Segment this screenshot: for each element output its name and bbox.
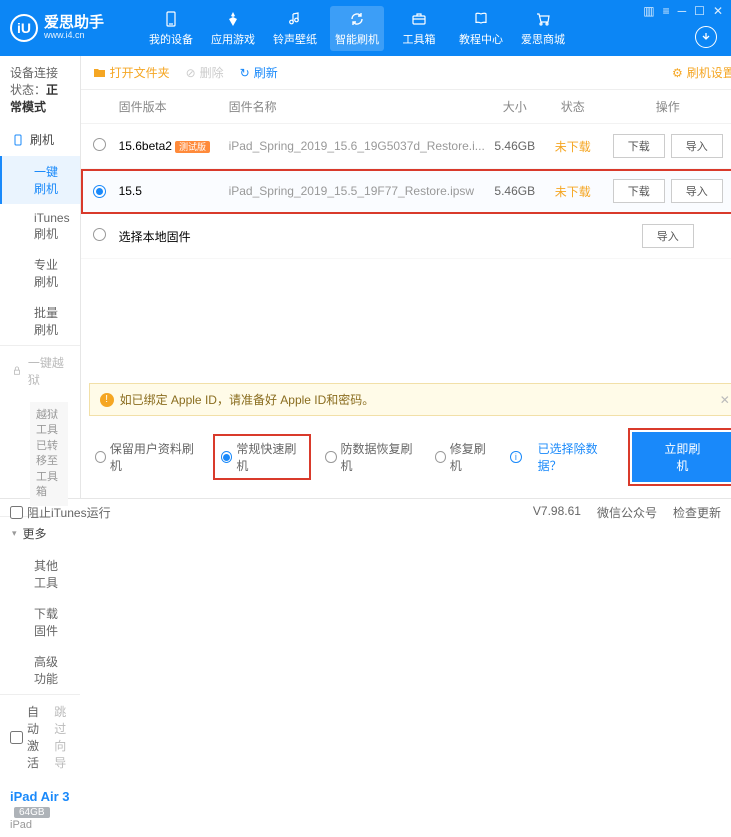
nav-ringtone[interactable]: 铃声壁纸 [268, 6, 322, 51]
close-icon[interactable]: ✕ [713, 4, 723, 18]
sidebar-item-batch[interactable]: 批量刷机 [0, 297, 80, 345]
nav-tutorial[interactable]: 教程中心 [454, 6, 508, 51]
import-button[interactable]: 导入 [671, 179, 723, 203]
opt-keep-data[interactable]: 保留用户资料刷机 [95, 440, 200, 474]
logo-icon: iU [10, 14, 38, 42]
titlebar: iU 爱思助手 www.i4.cn 我的设备 应用游戏 铃声壁纸 智能刷机 工具… [0, 0, 731, 56]
firmware-row[interactable]: 15.6beta2测试版 iPad_Spring_2019_15.6_19G50… [81, 124, 731, 169]
flash-settings-button[interactable]: ⚙刷机设置 [672, 64, 731, 81]
window-controls: ▥ ≡ ─ ☐ ✕ [643, 4, 723, 18]
opt-anti-recovery[interactable]: 防数据恢复刷机 [325, 440, 418, 474]
beta-badge: 测试版 [175, 141, 210, 153]
exclude-data-link[interactable]: 已选择除数据？ [538, 440, 616, 474]
phone-sm-icon [12, 134, 24, 146]
sidebar-item-pro[interactable]: 专业刷机 [0, 249, 80, 297]
device-info[interactable]: iPad Air 364GB iPad [0, 783, 80, 837]
sidebar-group-flash[interactable]: 刷机 [0, 123, 80, 156]
footer: 阻止iTunes运行 V7.98.61 微信公众号 检查更新 [0, 498, 731, 526]
sidebar-item-oneclick[interactable]: 一键刷机 [0, 156, 80, 204]
wechat-link[interactable]: 微信公众号 [597, 504, 657, 521]
chevron-down-icon: ▾ [12, 528, 17, 539]
import-button[interactable]: 导入 [642, 224, 694, 248]
start-flash-button[interactable]: 立即刷机 [632, 432, 731, 482]
firmware-row[interactable]: 15.5 iPad_Spring_2019_15.5_19F77_Restore… [81, 169, 731, 214]
refresh-icon [348, 10, 366, 28]
folder-icon [93, 66, 106, 79]
app-icon [224, 10, 242, 28]
auto-activate-checkbox[interactable]: 自动激活跳过向导 [10, 703, 70, 771]
delete-button[interactable]: ⊘删除 [186, 64, 224, 81]
minimize-icon[interactable]: ─ [678, 4, 687, 18]
import-button[interactable]: 导入 [671, 134, 723, 158]
sidebar-item-advanced[interactable]: 高级功能 [0, 646, 80, 694]
sidebar-group-jailbreak[interactable]: 一键越狱 [0, 346, 80, 396]
close-notice-icon[interactable]: ✕ [720, 393, 730, 407]
row-radio[interactable] [93, 228, 106, 241]
brand-url: www.i4.cn [44, 31, 104, 41]
sidebar-group-more[interactable]: ▾更多 [0, 517, 80, 550]
capacity-badge: 64GB [14, 807, 50, 818]
maximize-icon[interactable]: ☐ [694, 4, 705, 18]
sidebar-item-download[interactable]: 下载固件 [0, 598, 80, 646]
connection-status: 设备连接状态：正常模式 [0, 56, 80, 123]
refresh-button[interactable]: ↻刷新 [240, 64, 278, 81]
lines-icon[interactable]: ≡ [663, 4, 670, 18]
delete-icon: ⊘ [186, 66, 196, 80]
opt-repair[interactable]: 修复刷机 [435, 440, 495, 474]
info-icon[interactable]: i [510, 451, 521, 463]
version-label: V7.98.61 [533, 504, 581, 521]
toolbox-icon [410, 10, 428, 28]
sidebar-item-other[interactable]: 其他工具 [0, 550, 80, 598]
book-icon [472, 10, 490, 28]
block-itunes-checkbox[interactable]: 阻止iTunes运行 [10, 504, 111, 521]
main-panel: 打开文件夹 ⊘删除 ↻刷新 ⚙刷机设置 固件版本 固件名称 大小 状态 操作 1… [81, 56, 731, 498]
table-header: 固件版本 固件名称 大小 状态 操作 [81, 90, 731, 124]
opt-fast-flash[interactable]: 常规快速刷机 [215, 436, 309, 478]
toolbar: 打开文件夹 ⊘删除 ↻刷新 ⚙刷机设置 [81, 56, 731, 90]
jailbreak-note: 越狱工具已转移至工具箱 [30, 402, 68, 506]
download-button[interactable]: 下载 [613, 134, 665, 158]
row-radio[interactable] [93, 185, 106, 198]
top-nav: 我的设备 应用游戏 铃声壁纸 智能刷机 工具箱 教程中心 爱思商城 [144, 6, 570, 51]
nav-toolbox[interactable]: 工具箱 [392, 6, 446, 51]
skip-guide[interactable]: 跳过向导 [54, 703, 69, 771]
menu-icon[interactable]: ▥ [643, 4, 654, 18]
flash-options: 保留用户资料刷机 常规快速刷机 防数据恢复刷机 修复刷机 i 已选择除数据？ 立… [89, 424, 731, 490]
sidebar: 设备连接状态：正常模式 刷机 一键刷机 iTunes刷机 专业刷机 批量刷机 一… [0, 56, 81, 498]
local-firmware-row[interactable]: 选择本地固件 导入 [81, 214, 731, 259]
logo: iU 爱思助手 www.i4.cn [10, 14, 104, 42]
nav-apps[interactable]: 应用游戏 [206, 6, 260, 51]
lock-icon [12, 365, 22, 377]
brand-name: 爱思助手 [44, 15, 104, 32]
refresh-sm-icon: ↻ [240, 66, 250, 80]
check-update-link[interactable]: 检查更新 [673, 504, 721, 521]
music-icon [286, 10, 304, 28]
download-indicator-icon[interactable] [695, 26, 717, 48]
cart-icon [534, 10, 552, 28]
nav-flash[interactable]: 智能刷机 [330, 6, 384, 51]
nav-my-device[interactable]: 我的设备 [144, 6, 198, 51]
row-radio[interactable] [93, 138, 106, 151]
warning-icon: ! [100, 393, 114, 407]
open-folder-button[interactable]: 打开文件夹 [93, 64, 170, 81]
gear-icon: ⚙ [672, 66, 683, 80]
nav-shop[interactable]: 爱思商城 [516, 6, 570, 51]
download-button[interactable]: 下载 [613, 179, 665, 203]
apple-id-notice: ! 如已绑定 Apple ID，请准备好 Apple ID和密码。 ✕ [89, 383, 731, 416]
phone-icon [162, 10, 180, 28]
sidebar-item-itunes[interactable]: iTunes刷机 [0, 204, 80, 249]
